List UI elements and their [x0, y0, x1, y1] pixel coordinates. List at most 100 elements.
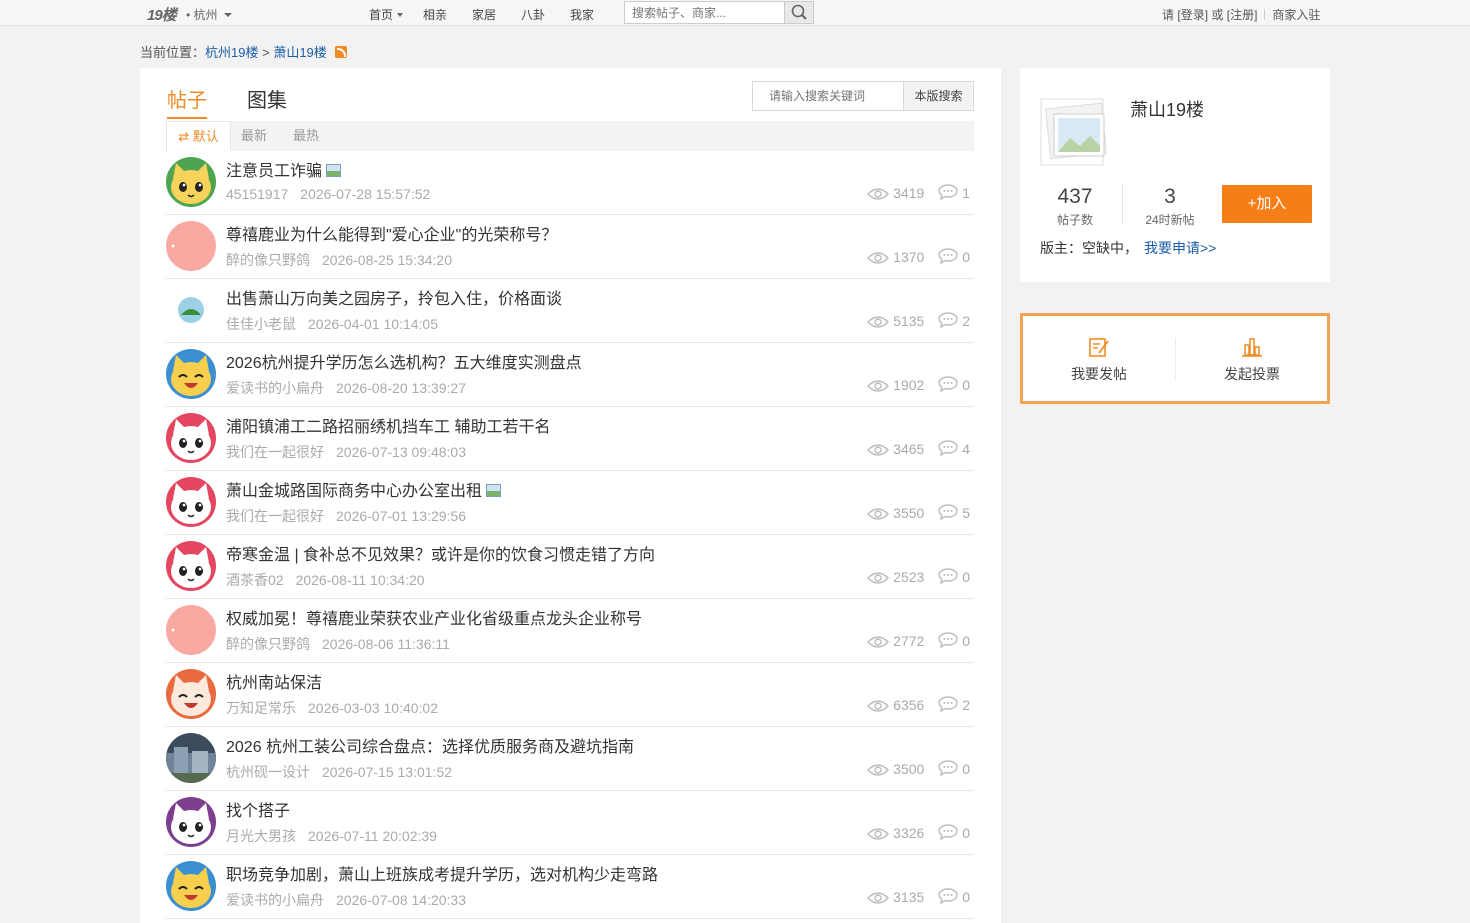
nav-home-decor[interactable]: 家居 [472, 6, 496, 23]
post-title-text: 出售萧山万向美之园房子，拎包入住，价格面谈 [226, 291, 563, 308]
post-time: 2026-03-03 10:40:02 [308, 700, 438, 716]
post-row[interactable]: 找个搭子月光大男孩 2026-07-11 20:02:39 3326 0 [166, 791, 974, 855]
post-title-text: 杭州南站保洁 [226, 675, 323, 692]
avatar[interactable] [166, 669, 216, 719]
post-author[interactable]: 醉的像只野鸽 [226, 636, 310, 652]
merchant-link[interactable]: 商家入驻 [1272, 8, 1320, 22]
post-row[interactable]: 2026 杭州工装公司综合盘点：选择优质服务商及避坑指南杭州砚一设计 2026-0… [166, 727, 974, 791]
new-posts-label: 24时新帖 [1145, 213, 1195, 227]
post-title[interactable]: 职场竞争加剧，萧山上班族成考提升学历，选对机构少走弯路 [226, 861, 658, 885]
post-row[interactable]: 注意员工诈骗 45151917 2026-07-28 15:57:52 3419 1 [166, 151, 974, 215]
post-time: 2026-07-15 13:01:52 [322, 764, 452, 780]
post-author[interactable]: 我们在一起很好 [226, 444, 324, 460]
eye-icon [867, 505, 890, 521]
avatar[interactable] [166, 477, 216, 527]
nav-gossip[interactable]: 八卦 [521, 6, 545, 23]
post-author[interactable]: 45151917 [226, 186, 288, 202]
sort-latest[interactable]: 最新 [241, 121, 267, 151]
post-title[interactable]: 出售萧山万向美之园房子，拎包入住，价格面谈 [226, 285, 562, 309]
post-title[interactable]: 杭州南站保洁 [226, 669, 322, 693]
search-button[interactable] [784, 2, 813, 23]
nav-home[interactable]: 首页 [369, 6, 404, 23]
post-title[interactable]: 尊禧鹿业为什么能得到"爱心企业"的光荣称号？ [226, 221, 557, 245]
post-row[interactable]: 权威加冕！尊禧鹿业荣获农业产业化省级重点龙头企业称号 醉的像只野鸽 2026-08-… [166, 599, 974, 663]
avatar[interactable] [166, 541, 216, 591]
board-search-input[interactable] [753, 82, 903, 110]
post-row[interactable]: 帝寒金温 | 食补总不见效果？或许是你的饮食习惯走错了方向 酒茶香02 2026-0… [166, 535, 974, 599]
post-title[interactable]: 浦阳镇浦工二路招丽绣机挡车工 辅助工若干名 [226, 413, 550, 437]
post-title[interactable]: 2026 杭州工装公司综合盘点：选择优质服务商及避坑指南 [226, 733, 634, 757]
post-title-text: 职场竞争加剧，萧山上班族成考提升学历，选对机构少走弯路 [226, 867, 659, 884]
post-title[interactable]: 找个搭子 [226, 797, 290, 821]
register-link[interactable]: [注册] [1227, 8, 1258, 22]
post-row[interactable]: 杭州南站保洁 万知足常乐 2026-03-03 10:40:02 6356 2 [166, 663, 974, 727]
login-area: 请 [登录] 或 [注册] 商家入驻 [1162, 6, 1320, 23]
avatar[interactable] [166, 413, 216, 463]
post-meta: 我们在一起很好 2026-07-01 13:29:56 [226, 506, 466, 526]
avatar[interactable] [166, 349, 216, 399]
avatar[interactable] [166, 733, 216, 783]
post-stats: 1902 0 [867, 375, 970, 393]
post-author[interactable]: 爱读书的小扁舟 [226, 380, 324, 396]
view-count: 1902 [893, 377, 925, 393]
avatar[interactable] [166, 285, 216, 335]
post-author[interactable]: 杭州砚一设计 [226, 764, 310, 780]
post-title[interactable]: 注意员工诈骗 [226, 157, 342, 181]
post-title[interactable]: 帝寒金温 | 食补总不见效果？或许是你的饮食习惯走错了方向 [226, 541, 655, 565]
join-button[interactable]: +加入 [1222, 185, 1312, 223]
post-title[interactable]: 萧山金城路国际商务中心办公室出租 [226, 477, 502, 501]
comment-icon [938, 376, 959, 393]
breadcrumb-label: 当前位置： [140, 45, 206, 60]
avatar[interactable] [166, 797, 216, 847]
post-title-text: 帝寒金温 | 食补总不见效果？或许是你的饮食习惯走错了方向 [226, 547, 656, 564]
post-author[interactable]: 我们在一起很好 [226, 508, 324, 524]
post-row[interactable]: 尊禧鹿业为什么能得到"爱心企业"的光荣称号？ 醉的像只野鸽 2026-08-25 1… [166, 215, 974, 279]
post-author[interactable]: 酒茶香02 [226, 572, 284, 588]
board-search-button[interactable]: 本版搜索 [903, 82, 973, 110]
apply-moderator-link[interactable]: 我要申请>> [1144, 240, 1216, 256]
post-author[interactable]: 醉的像只野鸽 [226, 252, 310, 268]
post-title[interactable]: 2026杭州提升学历怎么选机构？五大维度实测盘点 [226, 349, 582, 373]
post-count-value: 437 [1057, 185, 1093, 208]
post-row[interactable]: 浦阳镇浦工二路招丽绣机挡车工 辅助工若干名 我们在一起很好 2026-07-13 0… [166, 407, 974, 471]
post-author[interactable]: 佳佳小老鼠 [226, 316, 296, 332]
nav-dating[interactable]: 相亲 [423, 6, 447, 23]
eye-icon [867, 825, 890, 841]
site-logo[interactable]: 19楼 [147, 4, 177, 25]
post-row[interactable]: 2026杭州提升学历怎么选机构？五大维度实测盘点 爱读书的小扁舟 2026-08-2… [166, 343, 974, 407]
login-link[interactable]: [登录] [1177, 8, 1208, 22]
divider [1122, 183, 1123, 225]
tab-posts[interactable]: 帖子 [167, 84, 207, 119]
comment-icon [938, 696, 959, 713]
comment-icon [938, 568, 959, 585]
sort-hottest[interactable]: 最热 [293, 121, 319, 151]
post-meta: 月光大男孩 2026-07-11 20:02:39 [226, 826, 437, 846]
breadcrumb-xiaoshan[interactable]: 萧山19楼 [273, 45, 326, 60]
avatar[interactable] [166, 221, 216, 271]
avatar[interactable] [166, 605, 216, 655]
reply-count: 0 [962, 569, 970, 585]
post-row[interactable]: 萧山金城路国际商务中心办公室出租我们在一起很好 2026-07-01 13:29:… [166, 471, 974, 535]
post-title[interactable]: 权威加冕！尊禧鹿业荣获农业产业化省级重点龙头企业称号 [226, 605, 642, 629]
search-icon [791, 4, 807, 20]
global-search-input[interactable] [625, 2, 785, 23]
post-row[interactable]: 职场竞争加剧，萧山上班族成考提升学历，选对机构少走弯路 爱读书的小扁舟 2026-0… [166, 855, 974, 919]
eye-icon [867, 889, 890, 905]
nav-myhome[interactable]: 我家 [570, 6, 594, 23]
post-author[interactable]: 月光大男孩 [226, 828, 296, 844]
reply-count: 0 [962, 377, 970, 393]
tab-gallery[interactable]: 图集 [247, 84, 287, 113]
post-author[interactable]: 爱读书的小扁舟 [226, 892, 324, 908]
post-stats: 3326 0 [867, 823, 970, 841]
new-post-button[interactable]: 我要发帖 [1023, 316, 1175, 401]
post-author[interactable]: 万知足常乐 [226, 700, 296, 716]
avatar[interactable] [166, 157, 216, 207]
post-row[interactable]: 出售萧山万向美之园房子，拎包入住，价格面谈 佳佳小老鼠 2026-04-01 10:… [166, 279, 974, 343]
city-selector[interactable]: • 杭州 [186, 6, 232, 23]
rss-icon[interactable] [334, 46, 347, 58]
sort-default[interactable]: ⇄ 默认 [166, 121, 231, 151]
comment-icon [938, 504, 959, 521]
start-poll-button[interactable]: 发起投票 [1176, 316, 1328, 401]
breadcrumb-hangzhou[interactable]: 杭州19楼 [205, 45, 258, 60]
avatar[interactable] [166, 861, 216, 911]
